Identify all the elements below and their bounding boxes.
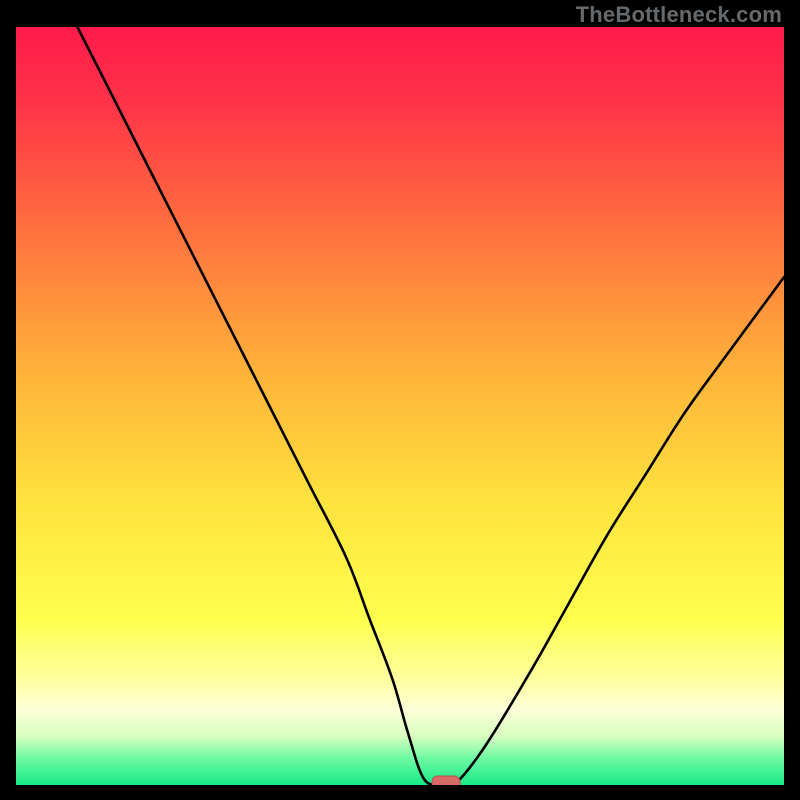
- bottleneck-chart: [16, 27, 784, 785]
- watermark-text: TheBottleneck.com: [576, 2, 782, 28]
- gradient-background: [16, 27, 784, 785]
- optimum-marker: [432, 776, 460, 785]
- chart-container: { "watermark": "TheBottleneck.com", "col…: [0, 0, 800, 800]
